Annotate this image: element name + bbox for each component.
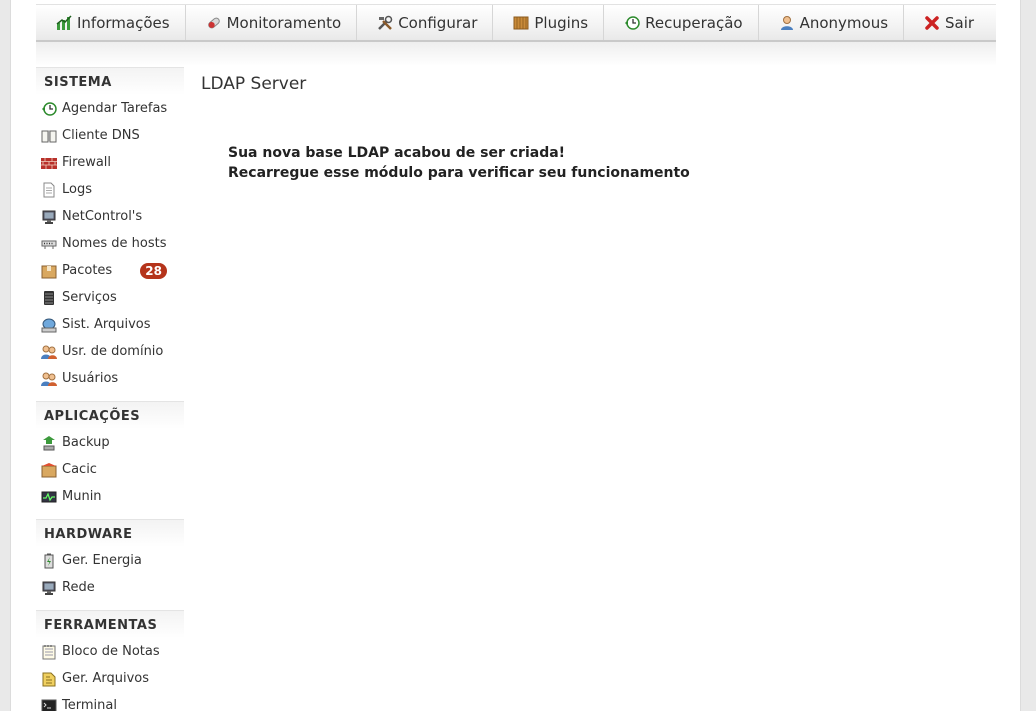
nav-sair-label: Sair — [945, 13, 975, 32]
graph-monitor-icon — [41, 491, 57, 502]
sidebar-item-label: Logs — [62, 182, 92, 197]
package-icon — [41, 265, 57, 278]
sidebar-item-netcontrols[interactable]: NetControl's — [36, 203, 184, 230]
sidebar-item-label: Cacic — [62, 462, 97, 477]
page-frame: Informações Monitoramento Configurar Plu… — [10, 0, 1021, 711]
cacic-icon — [41, 462, 57, 477]
disk-icon — [41, 318, 57, 332]
users-icon — [41, 345, 57, 359]
nav-configurar-label: Configurar — [398, 13, 478, 32]
sidebar-section-aplicacoes: APLICAÇÕES Backup Cacic Munin — [36, 401, 184, 510]
top-navigation: Informações Monitoramento Configurar Plu… — [36, 4, 996, 42]
sidebar-item-sist-arquivos[interactable]: Sist. Arquivos — [36, 311, 184, 338]
sidebar-item-backup[interactable]: Backup — [36, 429, 184, 456]
nav-shadow — [36, 42, 996, 66]
sidebar-item-label: Sist. Arquivos — [62, 317, 151, 332]
document-icon — [43, 182, 55, 197]
nav-informacoes[interactable]: Informações — [36, 5, 186, 40]
sidebar-item-label: Rede — [62, 580, 95, 595]
firewall-icon — [41, 157, 57, 169]
sidebar-item-label: Ger. Arquivos — [62, 671, 150, 686]
sidebar-item-servicos[interactable]: Serviços — [36, 284, 184, 311]
battery-icon — [44, 553, 54, 568]
status-message: Sua nova base LDAP acabou de ser criada!… — [228, 143, 690, 183]
nav-plugins[interactable]: Plugins — [493, 5, 605, 40]
user-icon — [780, 15, 793, 30]
sidebar-item-label: Agendar Tarefas — [62, 101, 168, 116]
monitor-icon — [42, 581, 56, 595]
sidebar-item-label: Munin — [62, 489, 102, 504]
sidebar: SISTEMA Agendar Tarefas Cliente DNS Fire… — [36, 67, 184, 711]
server-icon — [44, 290, 54, 305]
sidebar-item-label: Terminal — [62, 698, 117, 711]
plugin-icon — [513, 16, 529, 29]
sidebar-item-rede[interactable]: Rede — [36, 574, 184, 601]
sidebar-item-cacic[interactable]: Cacic — [36, 456, 184, 483]
monitor-icon — [42, 210, 56, 224]
sidebar-item-bloco-de-notas[interactable]: Bloco de Notas — [36, 638, 184, 665]
sidebar-item-nomes-de-hosts[interactable]: Nomes de hosts — [36, 230, 184, 257]
network-icon — [41, 240, 57, 249]
nav-anonymous[interactable]: Anonymous — [759, 5, 905, 40]
sidebar-item-cliente-dns[interactable]: Cliente DNS — [36, 122, 184, 149]
nav-informacoes-label: Informações — [77, 13, 170, 32]
sidebar-item-label: Ger. Energia — [62, 553, 142, 568]
sidebar-section-hardware: HARDWARE Ger. Energia Rede — [36, 519, 184, 601]
sidebar-item-label: Usuários — [62, 371, 119, 386]
nav-monitoramento[interactable]: Monitoramento — [186, 5, 358, 40]
sidebar-item-label: NetControl's — [62, 209, 143, 224]
chart-icon — [56, 14, 72, 30]
sidebar-item-munin[interactable]: Munin — [36, 483, 184, 510]
page-title: LDAP Server — [201, 74, 307, 94]
sidebar-item-terminal[interactable]: Terminal — [36, 692, 184, 711]
sidebar-item-label: Usr. de domínio — [62, 344, 164, 359]
sidebar-item-ger-energia[interactable]: Ger. Energia — [36, 547, 184, 574]
terminal-icon — [41, 699, 57, 711]
sidebar-item-label: Firewall — [62, 155, 112, 170]
sidebar-section-sistema: SISTEMA Agendar Tarefas Cliente DNS Fire… — [36, 67, 184, 392]
sidebar-item-usr-de-dominio[interactable]: Usr. de domínio — [36, 338, 184, 365]
sidebar-item-label: Backup — [62, 435, 110, 450]
sidebar-item-label: Pacotes — [62, 263, 113, 278]
file-manager-icon — [42, 672, 56, 686]
section-header: HARDWARE — [36, 519, 184, 547]
section-header: SISTEMA — [36, 67, 184, 95]
sidebar-section-ferramentas: FERRAMENTAS Bloco de Notas Ger. Arquivos… — [36, 610, 184, 711]
sidebar-item-logs[interactable]: Logs — [36, 176, 184, 203]
sidebar-item-label: Nomes de hosts — [62, 236, 167, 251]
nav-anonymous-label: Anonymous — [799, 13, 889, 32]
users-icon — [41, 372, 57, 386]
updates-count-badge: 28 — [140, 263, 167, 279]
sidebar-item-firewall[interactable]: Firewall — [36, 149, 184, 176]
clock-icon — [42, 101, 57, 116]
sidebar-item-ger-arquivos[interactable]: Ger. Arquivos — [36, 665, 184, 692]
tools-icon — [378, 15, 393, 30]
nav-sair[interactable]: Sair — [904, 5, 989, 40]
sidebar-item-agendar-tarefas[interactable]: Agendar Tarefas — [36, 95, 184, 122]
backup-icon — [43, 435, 55, 450]
nav-recuperacao-label: Recuperação — [645, 13, 743, 32]
nav-monitoramento-label: Monitoramento — [226, 13, 342, 32]
close-icon — [925, 15, 939, 30]
nav-plugins-label: Plugins — [534, 13, 589, 32]
nav-configurar[interactable]: Configurar — [357, 5, 494, 40]
section-header: APLICAÇÕES — [36, 401, 184, 429]
nav-recuperacao[interactable]: Recuperação — [604, 5, 759, 40]
book-icon — [41, 130, 57, 142]
sidebar-item-pacotes[interactable]: Pacotes 28 — [36, 257, 184, 284]
message-line-1: Sua nova base LDAP acabou de ser criada! — [228, 145, 566, 161]
sidebar-item-label: Cliente DNS — [62, 128, 140, 143]
sidebar-item-label: Serviços — [62, 290, 117, 305]
message-line-2: Recarregue esse módulo para verificar se… — [228, 165, 690, 181]
sidebar-item-usuarios[interactable]: Usuários — [36, 365, 184, 392]
section-header: FERRAMENTAS — [36, 610, 184, 638]
restore-icon — [625, 15, 640, 30]
pill-icon — [207, 17, 220, 28]
notepad-icon — [42, 644, 56, 659]
sidebar-item-label: Bloco de Notas — [62, 644, 160, 659]
